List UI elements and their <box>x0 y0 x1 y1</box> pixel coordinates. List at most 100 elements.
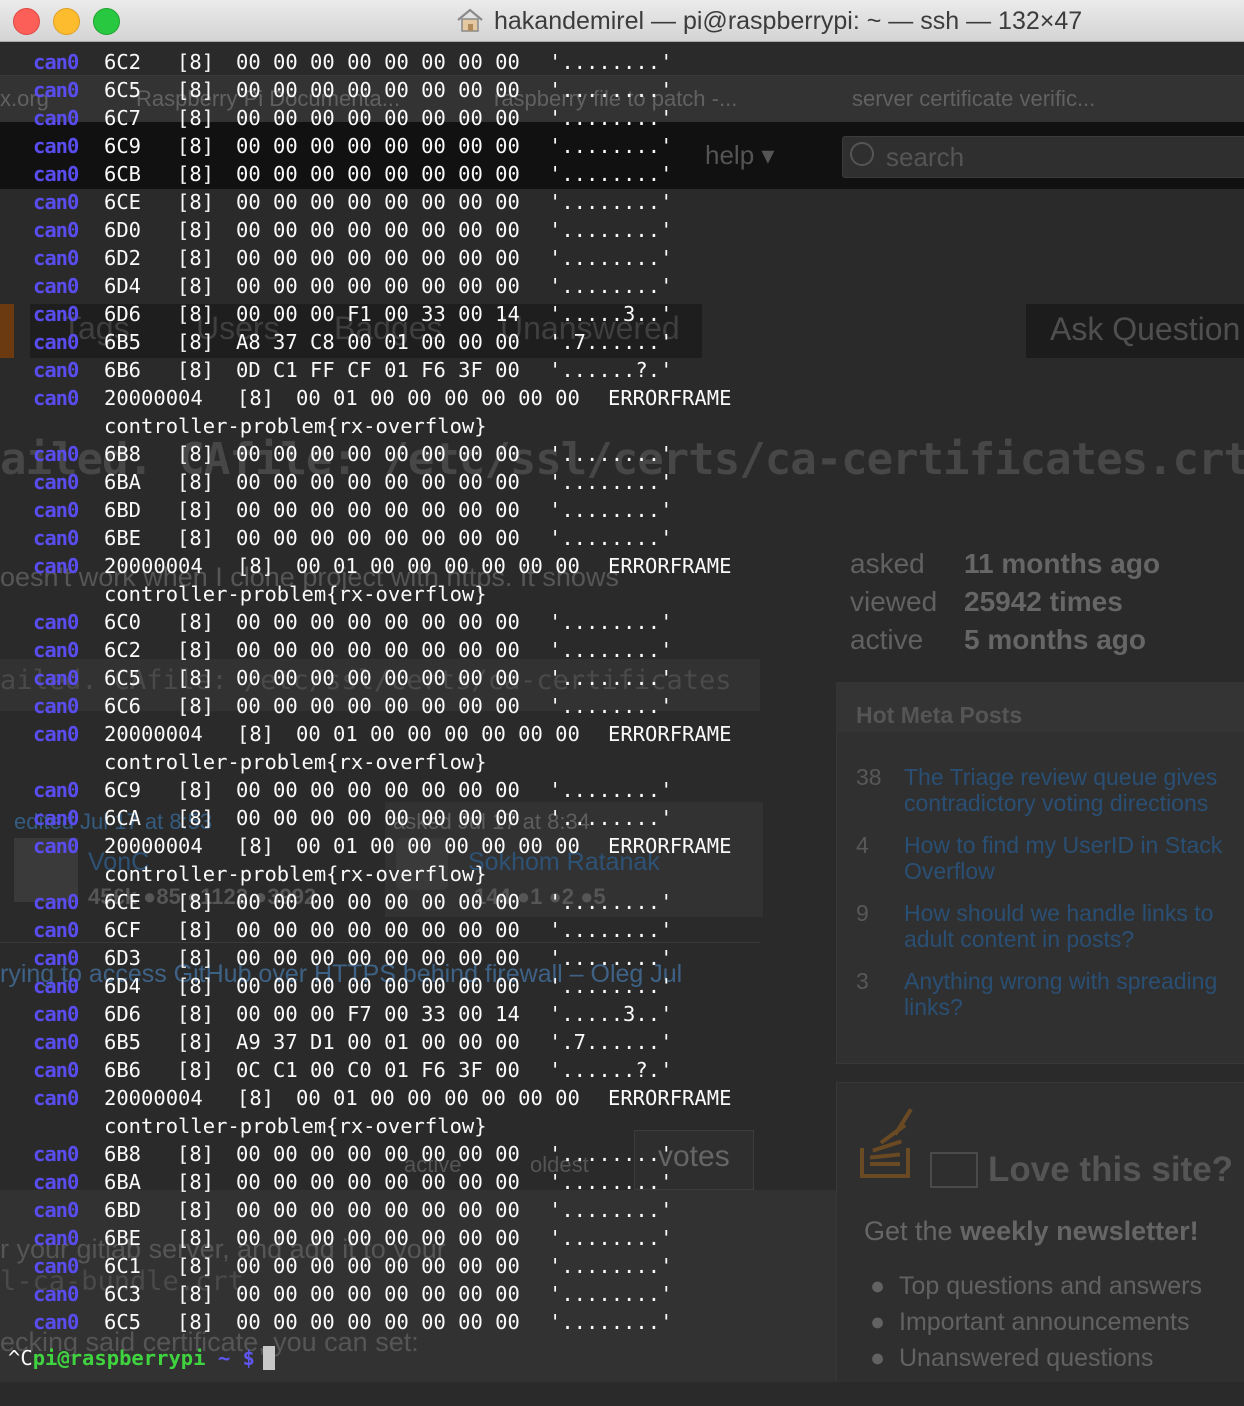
can-data: 00 00 00 F1 00 33 00 14 <box>236 302 520 326</box>
can-interface: can0 <box>33 1086 79 1110</box>
terminal-line: can0 6B6 [8] 0D C1 FF CF 01 F6 3F 00 '......… <box>0 356 1244 384</box>
terminal-line: can0 6D0 [8] 00 00 00 00 00 00 00 00 '......… <box>0 216 1244 244</box>
terminal-line: can0 6CE [8] 00 00 00 00 00 00 00 00 '......… <box>0 188 1244 216</box>
can-dlc: [8] <box>177 1310 215 1334</box>
can-ascii: '........' <box>549 974 673 998</box>
prompt-path: ~ <box>217 1346 231 1370</box>
prompt-user-host: pi@raspberrypi <box>32 1346 206 1370</box>
can-ascii: '........' <box>549 1310 673 1334</box>
can-id: 6BA <box>104 470 142 494</box>
can-data: 00 00 00 00 00 00 00 00 <box>236 946 520 970</box>
can-ascii: ERRORFRAME <box>608 386 732 410</box>
terminal-line: can0 6C5 [8] 00 00 00 00 00 00 00 00 '......… <box>0 76 1244 104</box>
terminal-line: can0 6B5 [8] A9 37 D1 00 01 00 00 00 '.7....… <box>0 1028 1244 1056</box>
terminal-output[interactable]: can0 6C2 [8] 00 00 00 00 00 00 00 00 '......… <box>0 48 1244 1338</box>
can-dlc: [8] <box>177 498 215 522</box>
can-interface: can0 <box>33 1002 79 1026</box>
minimize-button[interactable] <box>53 8 80 35</box>
can-interface: can0 <box>33 386 79 410</box>
can-id: 6CF <box>104 918 142 942</box>
terminal-wrap-line: controller-problem{rx-overflow} <box>0 580 1244 608</box>
terminal-line: can0 6D4 [8] 00 00 00 00 00 00 00 00 '......… <box>0 272 1244 300</box>
can-id: 6C5 <box>104 666 142 690</box>
can-dlc: [8] <box>177 1198 215 1222</box>
maximize-button[interactable] <box>93 8 120 35</box>
can-dlc: [8] <box>177 1030 215 1054</box>
can-dlc: [8] <box>177 1170 215 1194</box>
terminal-line: can0 6B5 [8] A8 37 C8 00 01 00 00 00 '.7....… <box>0 328 1244 356</box>
terminal-line: can0 6C3 [8] 00 00 00 00 00 00 00 00 '......… <box>0 1280 1244 1308</box>
can-data: 00 00 00 00 00 00 00 00 <box>236 1310 520 1334</box>
terminal-line: can0 6CA [8] 00 00 00 00 00 00 00 00 '......… <box>0 804 1244 832</box>
can-data: 00 01 00 00 00 00 00 00 <box>296 386 580 410</box>
text-cursor <box>262 1346 275 1370</box>
can-data: 00 00 00 00 00 00 00 00 <box>236 806 520 830</box>
can-dlc: [8] <box>237 1086 275 1110</box>
can-dlc: [8] <box>177 134 215 158</box>
can-dlc: [8] <box>177 470 215 494</box>
can-data: 00 00 00 00 00 00 00 00 <box>236 50 520 74</box>
terminal-line: can0 6C0 [8] 00 00 00 00 00 00 00 00 '......… <box>0 608 1244 636</box>
can-dlc: [8] <box>177 946 215 970</box>
error-detail: controller-problem{rx-overflow} <box>104 750 487 774</box>
close-button[interactable] <box>13 8 40 35</box>
can-data: 00 00 00 00 00 00 00 00 <box>236 498 520 522</box>
can-interface: can0 <box>33 554 79 578</box>
can-data: 00 01 00 00 00 00 00 00 <box>296 1086 580 1110</box>
can-dlc: [8] <box>177 1002 215 1026</box>
terminal-line: can0 6BE [8] 00 00 00 00 00 00 00 00 '......… <box>0 1224 1244 1252</box>
terminal-wrap-line: controller-problem{rx-overflow} <box>0 412 1244 440</box>
can-ascii: ERRORFRAME <box>608 1086 732 1110</box>
can-data: 00 00 00 00 00 00 00 00 <box>236 246 520 270</box>
window-title-text: hakandemirel — pi@raspberrypi: ~ — ssh —… <box>494 7 1083 35</box>
terminal-line: can0 6D2 [8] 00 00 00 00 00 00 00 00 '......… <box>0 244 1244 272</box>
can-interface: can0 <box>33 134 79 158</box>
can-id: 6B6 <box>104 358 142 382</box>
can-data: 00 01 00 00 00 00 00 00 <box>296 554 580 578</box>
terminal-line: can0 6C7 [8] 00 00 00 00 00 00 00 00 '......… <box>0 104 1244 132</box>
can-data: 00 00 00 00 00 00 00 00 <box>236 526 520 550</box>
can-dlc: [8] <box>177 442 215 466</box>
can-interface: can0 <box>33 778 79 802</box>
terminal-prompt[interactable]: ^Cpi@raspberrypi ~ $ <box>0 1342 1244 1374</box>
can-interface: can0 <box>33 1142 79 1166</box>
can-interface: can0 <box>33 246 79 270</box>
can-interface: can0 <box>33 274 79 298</box>
can-dlc: [8] <box>177 218 215 242</box>
can-id: 6D4 <box>104 974 142 998</box>
can-ascii: '........' <box>549 806 673 830</box>
terminal-wrap-line: controller-problem{rx-overflow} <box>0 1112 1244 1140</box>
can-dlc: [8] <box>237 554 275 578</box>
home-icon <box>457 8 483 32</box>
can-id: 6D0 <box>104 218 142 242</box>
can-ascii: '........' <box>549 498 673 522</box>
can-dlc: [8] <box>177 918 215 942</box>
can-dlc: [8] <box>177 106 215 130</box>
can-dlc: [8] <box>237 386 275 410</box>
can-data: 00 00 00 00 00 00 00 00 <box>236 1170 520 1194</box>
terminal-line: can0 6C9 [8] 00 00 00 00 00 00 00 00 '......… <box>0 132 1244 160</box>
terminal-line: can0 6BE [8] 00 00 00 00 00 00 00 00 '......… <box>0 524 1244 552</box>
prompt-symbol: $ <box>242 1346 255 1370</box>
terminal-line: can0 6B8 [8] 00 00 00 00 00 00 00 00 '......… <box>0 1140 1244 1168</box>
can-interface: can0 <box>33 722 79 746</box>
can-ascii: '......?.' <box>549 358 673 382</box>
can-data: A8 37 C8 00 01 00 00 00 <box>236 330 520 354</box>
can-ascii: '........' <box>549 1226 673 1250</box>
title-bar: hakandemirel — pi@raspberrypi: ~ — ssh —… <box>0 0 1244 42</box>
can-data: 00 00 00 00 00 00 00 00 <box>236 638 520 662</box>
can-ascii: '........' <box>549 50 673 74</box>
can-ascii: '.7......' <box>549 330 673 354</box>
can-id: 20000004 <box>104 834 203 858</box>
can-interface: can0 <box>33 834 79 858</box>
terminal-line: can0 20000004 [8] 00 01 00 00 00 00 00 00 ER… <box>0 384 1244 412</box>
terminal-line: can0 6BD [8] 00 00 00 00 00 00 00 00 '......… <box>0 1196 1244 1224</box>
can-interface: can0 <box>33 666 79 690</box>
can-dlc: [8] <box>177 694 215 718</box>
error-detail: controller-problem{rx-overflow} <box>104 582 487 606</box>
terminal-line: can0 6B8 [8] 00 00 00 00 00 00 00 00 '......… <box>0 440 1244 468</box>
can-ascii: ERRORFRAME <box>608 554 732 578</box>
can-ascii: '........' <box>549 1254 673 1278</box>
can-ascii: '........' <box>549 610 673 634</box>
can-interface: can0 <box>33 1198 79 1222</box>
